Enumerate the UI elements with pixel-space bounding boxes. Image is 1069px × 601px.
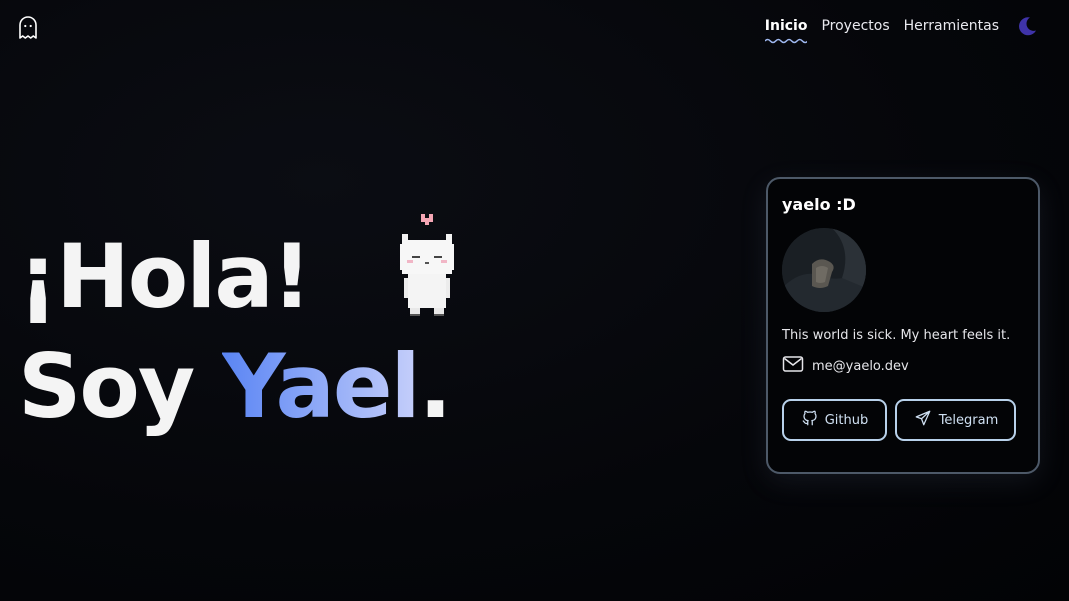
profile-card: yaelo :D This world is sick. My heart fe…	[766, 177, 1040, 474]
github-icon	[801, 409, 819, 431]
hero-greeting: ¡Hola!	[18, 225, 312, 328]
nav-proyectos[interactable]: Proyectos	[821, 14, 889, 38]
mail-icon	[782, 355, 804, 377]
hero-name: Yael	[221, 335, 421, 438]
profile-bio: This world is sick. My heart feels it.	[782, 328, 1011, 343]
github-label: Github	[824, 412, 869, 428]
telegram-button[interactable]: Telegram	[895, 399, 1016, 441]
moon-icon[interactable]	[1015, 14, 1039, 38]
email-row[interactable]: me@yaelo.dev	[782, 355, 1024, 377]
nav-herramientas[interactable]: Herramientas	[904, 14, 999, 38]
hero-heading: ¡Hola! Soy Yael.	[18, 222, 452, 442]
avatar	[782, 228, 866, 312]
main-nav: Inicio Proyectos Herramientas	[764, 14, 1039, 44]
email-link[interactable]: me@yaelo.dev	[812, 359, 909, 374]
github-button[interactable]: Github	[782, 399, 887, 441]
social-buttons: Github Telegram	[782, 399, 1024, 441]
telegram-label: Telegram	[938, 412, 999, 428]
hero-intro: Soy Yael.	[18, 332, 452, 442]
hero-intro-prefix: Soy	[18, 335, 222, 438]
pixel-cat-icon	[398, 212, 458, 322]
send-icon	[913, 409, 933, 431]
ghost-logo-icon[interactable]	[18, 16, 38, 40]
hero-period: .	[418, 335, 452, 438]
active-underline	[764, 38, 808, 44]
nav-inicio[interactable]: Inicio	[764, 14, 808, 44]
profile-username: yaelo :D	[782, 195, 856, 214]
